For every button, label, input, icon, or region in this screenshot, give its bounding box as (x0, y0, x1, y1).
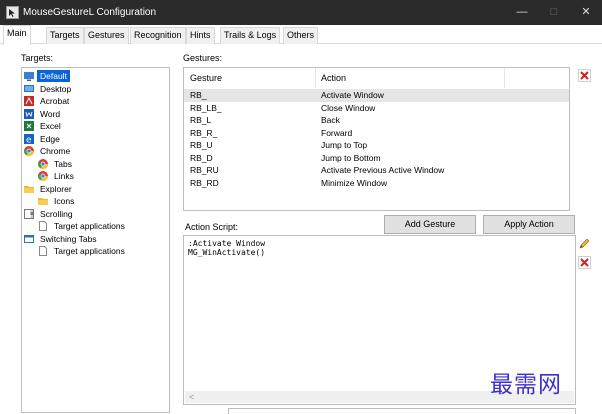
pencil-icon (579, 238, 590, 249)
title-bar: MouseGestureL Configuration — □ ✕ (0, 0, 602, 25)
chrome-icon (38, 158, 48, 169)
tab-targets[interactable]: Targets (46, 27, 84, 44)
tab-others[interactable]: Others (283, 27, 319, 44)
delete-script-button[interactable] (578, 256, 591, 269)
maximize-button[interactable]: □ (540, 4, 568, 21)
gesture-row[interactable]: RB_ Activate Window (184, 89, 569, 102)
scroll-left-icon[interactable]: < (189, 391, 194, 403)
edit-script-button[interactable] (578, 237, 591, 250)
action-script-label: Action Script: (185, 222, 239, 232)
svg-text:e: e (26, 135, 32, 144)
minimize-button[interactable]: — (508, 4, 536, 21)
window-title: MouseGestureL Configuration (23, 7, 157, 18)
gesture-row[interactable]: RB_D Jump to Bottom (184, 152, 569, 165)
script-line[interactable]: :Activate Window (188, 239, 265, 248)
gesture-row[interactable]: RB_RU Activate Previous Active Window (184, 164, 569, 177)
delete-gesture-button[interactable] (578, 69, 591, 82)
document-icon (39, 246, 47, 256)
column-header-action[interactable]: Action (321, 68, 346, 88)
close-button[interactable]: ✕ (572, 4, 600, 21)
tab-bar: Main Targets Gestures Recognition Hints … (0, 25, 602, 45)
watermark: 最需网 (490, 372, 562, 398)
column-header-gesture[interactable]: Gesture (190, 68, 222, 88)
tab-trails-logs[interactable]: Trails & Logs (220, 27, 281, 44)
gesture-row[interactable]: RB_LB_ Close Window (184, 102, 569, 115)
apply-action-button[interactable]: Apply Action (483, 215, 575, 234)
delete-icon (580, 258, 589, 267)
chrome-icon (38, 171, 48, 181)
word-icon (24, 108, 34, 119)
column-divider[interactable] (315, 68, 316, 88)
gestures-list[interactable]: Gesture Action RB_ Activate Window RB_LB_… (183, 67, 570, 211)
gesture-row[interactable]: RB_R_ Forward (184, 127, 569, 140)
document-icon (39, 221, 47, 231)
window-icon (24, 234, 34, 243)
tab-gestures[interactable]: Gestures (84, 27, 129, 44)
targets-label: Targets: (21, 53, 54, 63)
tab-main[interactable]: Main (3, 25, 31, 45)
folder-icon (24, 185, 34, 193)
desktop-icon (24, 84, 34, 92)
column-divider[interactable] (504, 68, 505, 88)
gestures-label: Gestures: (183, 53, 223, 63)
script-line[interactable]: MG_WinActivate() (188, 248, 265, 257)
monitor-icon (24, 72, 34, 81)
folder-icon (38, 198, 48, 205)
chrome-icon (24, 146, 34, 156)
tab-recognition[interactable]: Recognition (130, 27, 186, 44)
acrobat-icon (24, 96, 34, 106)
delete-icon (580, 71, 589, 80)
app-icon (6, 6, 19, 19)
edge-icon: e (24, 133, 34, 144)
tab-hints[interactable]: Hints (186, 27, 215, 44)
excel-icon (24, 121, 34, 131)
add-gesture-button[interactable]: Add Gesture (384, 215, 476, 234)
bottom-field[interactable] (228, 408, 576, 414)
targets-tree[interactable]: Default Desktop Acrobat Word Excel e Edg… (21, 67, 170, 413)
gesture-row[interactable]: RB_RD Minimize Window (184, 177, 569, 190)
gesture-row[interactable]: RB_U Jump to Top (184, 139, 569, 152)
scroll-icon (24, 208, 34, 219)
gesture-row[interactable]: RB_L Back (184, 114, 569, 127)
